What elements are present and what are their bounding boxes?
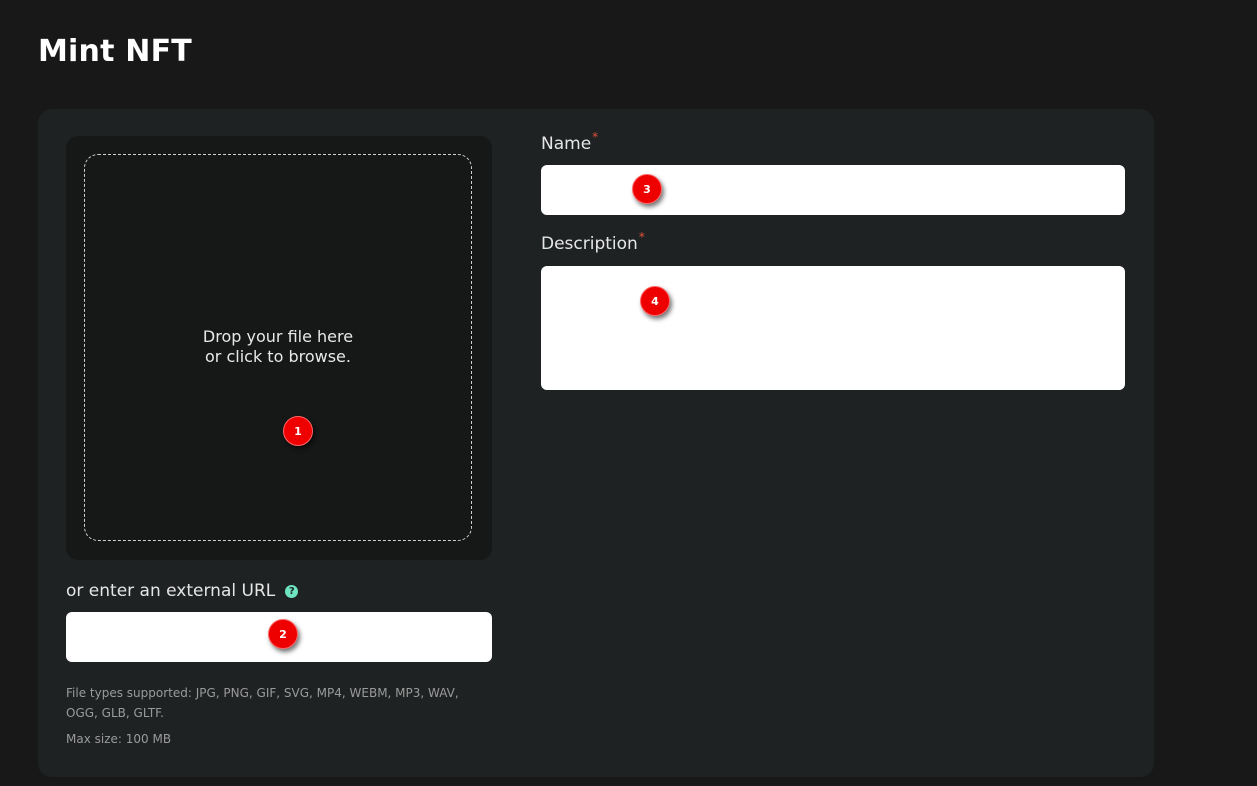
mint-form-card: Drop your file here or click to browse. … bbox=[38, 109, 1154, 777]
name-input[interactable] bbox=[541, 165, 1125, 215]
file-dropzone[interactable]: Drop your file here or click to browse. bbox=[66, 136, 492, 560]
external-url-label-text: or enter an external URL bbox=[66, 581, 276, 601]
page-title: Mint NFT bbox=[38, 34, 192, 69]
file-types-hint: File types supported: JPG, PNG, GIF, SVG… bbox=[66, 686, 459, 720]
annotation-marker-2: 2 bbox=[268, 619, 298, 649]
annotation-marker-3: 3 bbox=[632, 174, 662, 204]
dropzone-instructions: Drop your file here or click to browse. bbox=[85, 327, 471, 367]
annotation-marker-4: 4 bbox=[640, 286, 670, 316]
external-url-label: or enter an external URL ? bbox=[66, 581, 299, 601]
question-mark-icon[interactable]: ? bbox=[285, 584, 299, 598]
dropzone-line-2: or click to browse. bbox=[205, 347, 351, 366]
required-asterisk: * bbox=[592, 130, 599, 144]
max-size-hint: Max size: 100 MB bbox=[66, 732, 172, 746]
dropzone-line-1: Drop your file here bbox=[202, 327, 354, 346]
mint-nft-page: Mint NFT Drop your file here or click to… bbox=[0, 0, 1257, 786]
description-input[interactable] bbox=[541, 266, 1125, 390]
description-label-text: Description bbox=[541, 234, 638, 254]
required-asterisk: * bbox=[638, 230, 645, 244]
description-label: Description* bbox=[541, 230, 645, 254]
annotation-marker-1: 1 bbox=[283, 416, 313, 446]
name-label: Name* bbox=[541, 130, 598, 154]
name-label-text: Name bbox=[541, 134, 592, 154]
dropzone-dashed-border[interactable]: Drop your file here or click to browse. bbox=[84, 154, 472, 541]
